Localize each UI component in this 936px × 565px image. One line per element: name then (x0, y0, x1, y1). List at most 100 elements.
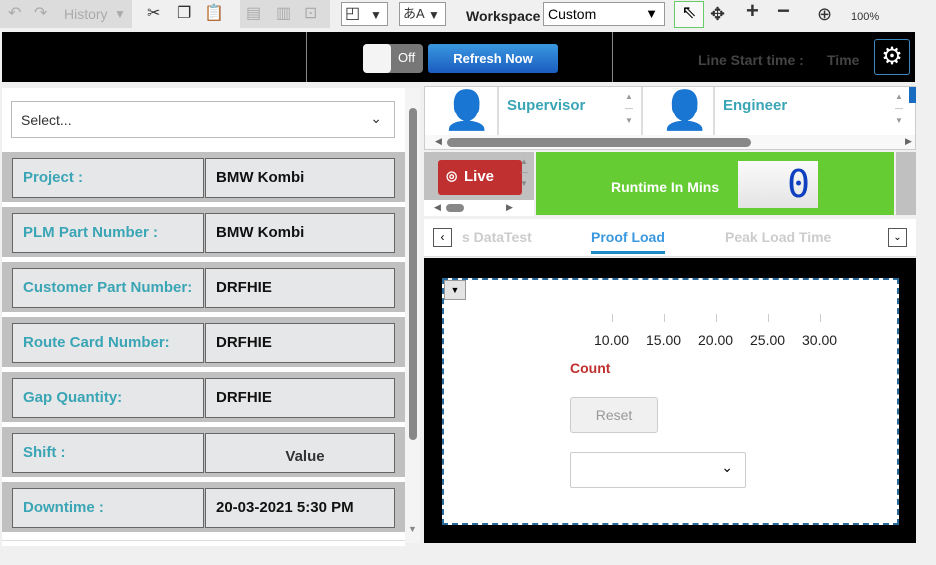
axis-tick (716, 314, 717, 322)
toolbar: ↶ ↷ History ▼ ✂ ❐ 📋 ▤ ▥ ⊡ ◰ ▼ あA ▼ Works… (0, 0, 936, 30)
layout-dropdown[interactable]: ◰ ▼ (341, 2, 388, 26)
field-label: Downtime : (12, 488, 204, 528)
field-label: PLM Part Number : (12, 213, 204, 253)
engineer-label: Engineer (723, 97, 788, 114)
left-scrollbar[interactable]: ▼ (405, 88, 420, 543)
move-icon[interactable]: ✥ (710, 4, 725, 24)
language-dropdown[interactable]: あA ▼ (399, 2, 446, 26)
axis-tick (820, 314, 821, 322)
axis-tick-label: 30.00 (802, 332, 838, 348)
reset-button[interactable]: Reset (570, 397, 658, 433)
supervisor-scroll[interactable]: ▲ — ▼ (625, 91, 633, 127)
line-start-value: Time (827, 52, 860, 68)
select-dropdown[interactable]: Select... ⌄ (11, 101, 395, 138)
chevron-down-icon: ▼ (370, 8, 382, 22)
cut-icon[interactable]: ✂ (147, 4, 160, 24)
engineer-scroll[interactable]: ▲ — ▼ (895, 91, 903, 127)
chevron-down-icon: ⌄ (721, 459, 733, 475)
layout-icon: ◰ (345, 5, 361, 22)
align-vertical-icon[interactable]: ▤ (246, 4, 261, 24)
zoom-out-icon[interactable]: − (777, 0, 790, 22)
select-placeholder: Select... (21, 112, 72, 128)
undo-icon[interactable]: ↶ (8, 4, 21, 24)
tab-proof-load[interactable]: Proof Load (591, 229, 665, 254)
tab-peak-load-time[interactable]: Peak Load Time (725, 229, 831, 245)
workspace-value: Custom (548, 6, 597, 22)
translate-icon: あA (403, 6, 425, 21)
live-label: Live (464, 168, 495, 185)
align-group: ▤ ▥ ⊡ (240, 0, 330, 28)
person-avatar-icon: 👤 (443, 90, 491, 132)
align-horizontal-icon[interactable]: ▥ (276, 4, 291, 24)
axis-tick (664, 314, 665, 322)
workspace-label: Workspace (466, 8, 541, 24)
axis-tick-label: 10.00 (594, 332, 630, 348)
history-group: ↶ ↷ History ▼ (0, 0, 132, 28)
copy-icon[interactable]: ❐ (177, 4, 191, 24)
field-row: Shift : Value (2, 427, 405, 477)
supervisor-label: Supervisor (507, 97, 586, 114)
chevron-down-icon: ▼ (428, 8, 440, 22)
pointer-tool-icon[interactable]: ⇖ (674, 1, 704, 28)
count-label: Count (570, 360, 611, 376)
line-start-label: Line Start time : (698, 52, 804, 68)
chart-menu-button[interactable]: ▼ (444, 280, 466, 300)
runtime-value: 0 (738, 161, 818, 208)
auto-refresh-toggle[interactable]: Off (363, 44, 423, 73)
live-target-icon: ◎ (446, 168, 458, 183)
field-label: Route Card Number: (12, 323, 204, 363)
people-scrollbar[interactable]: ◀ ▶ (425, 135, 915, 149)
people-panel: 👤 Supervisor ▲ — ▼ 👤 Engineer ▲ — ▼ ◀ ▶ (424, 86, 916, 150)
zoom-in-icon[interactable]: + (746, 0, 759, 22)
axis-tick-label: 15.00 (646, 332, 682, 348)
field-row: Project : BMW Kombi (2, 152, 405, 202)
live-panel: ◎ Live ▲ — ▼ ◀ ▶ (424, 152, 534, 216)
tab-menu-button[interactable]: ⌄ (888, 228, 907, 247)
field-label: Project : (12, 158, 204, 198)
live-scrollbar[interactable]: ◀ ▶ (424, 200, 534, 216)
field-value: DRFHIE (205, 323, 395, 363)
field-row: Downtime :20-03-2021 5:30 PM (2, 482, 405, 532)
field-value: Value (205, 433, 395, 473)
settings-gear-icon[interactable]: ⚙ (874, 39, 910, 75)
field-value: DRFHIE (205, 268, 395, 308)
history-button[interactable]: History (64, 4, 108, 24)
header-bar: Off Refresh Now Line Start time : Time ⚙ (2, 32, 915, 82)
chart-container: ▼ 10.00 15.00 20.00 25.00 30.00 Count Reset … (424, 258, 916, 543)
chevron-down-icon: ⌄ (370, 110, 382, 126)
zoom-level: 100% (851, 11, 880, 23)
person-avatar-icon: 👤 (661, 90, 709, 132)
axis-tick (768, 314, 769, 322)
chevron-down-icon[interactable]: ▼ (114, 4, 126, 24)
refresh-now-button[interactable]: Refresh Now (428, 44, 558, 73)
redo-icon[interactable]: ↷ (34, 4, 47, 24)
tab-bar: ‹ s DataTest Proof Load Peak Load Time ⌄ (424, 219, 916, 257)
workspace-select[interactable]: Custom ▼ (543, 2, 665, 26)
chart-area: ▼ 10.00 15.00 20.00 25.00 30.00 Count Reset … (442, 278, 899, 525)
tab-datatest[interactable]: s DataTest (462, 229, 532, 245)
field-value: BMW Kombi (205, 213, 395, 253)
chart-dropdown[interactable]: ⌄ (570, 452, 746, 488)
field-row: Customer Part Number: DRFHIE (2, 262, 405, 312)
runtime-label: Runtime In Mins (611, 179, 720, 195)
axis-tick-label: 20.00 (698, 332, 734, 348)
field-row: Gap Quantity: DRFHIE (2, 372, 405, 422)
field-row: PLM Part Number : BMW Kombi (2, 207, 405, 257)
axis-tick (612, 314, 613, 322)
axis-tick-label: 25.00 (750, 332, 786, 348)
runtime-panel: Runtime In Mins 0 (536, 152, 894, 215)
field-label: Gap Quantity: (12, 378, 204, 418)
paste-icon[interactable]: 📋 (204, 4, 224, 24)
field-value: 20-03-2021 5:30 PM (205, 488, 395, 528)
field-value: DRFHIE (205, 378, 395, 418)
field-label: Customer Part Number: (12, 268, 204, 308)
center-icon[interactable]: ⊡ (304, 4, 317, 24)
field-label: Shift : (12, 433, 204, 473)
chevron-down-icon: ▼ (645, 6, 658, 21)
toggle-label: Off (398, 50, 416, 65)
live-button[interactable]: ◎ Live (438, 160, 522, 195)
field-row: Route Card Number: DRFHIE (2, 317, 405, 367)
tab-prev-button[interactable]: ‹ (433, 228, 452, 247)
field-value: BMW Kombi (205, 158, 395, 198)
target-icon[interactable]: ⊕ (817, 4, 832, 24)
